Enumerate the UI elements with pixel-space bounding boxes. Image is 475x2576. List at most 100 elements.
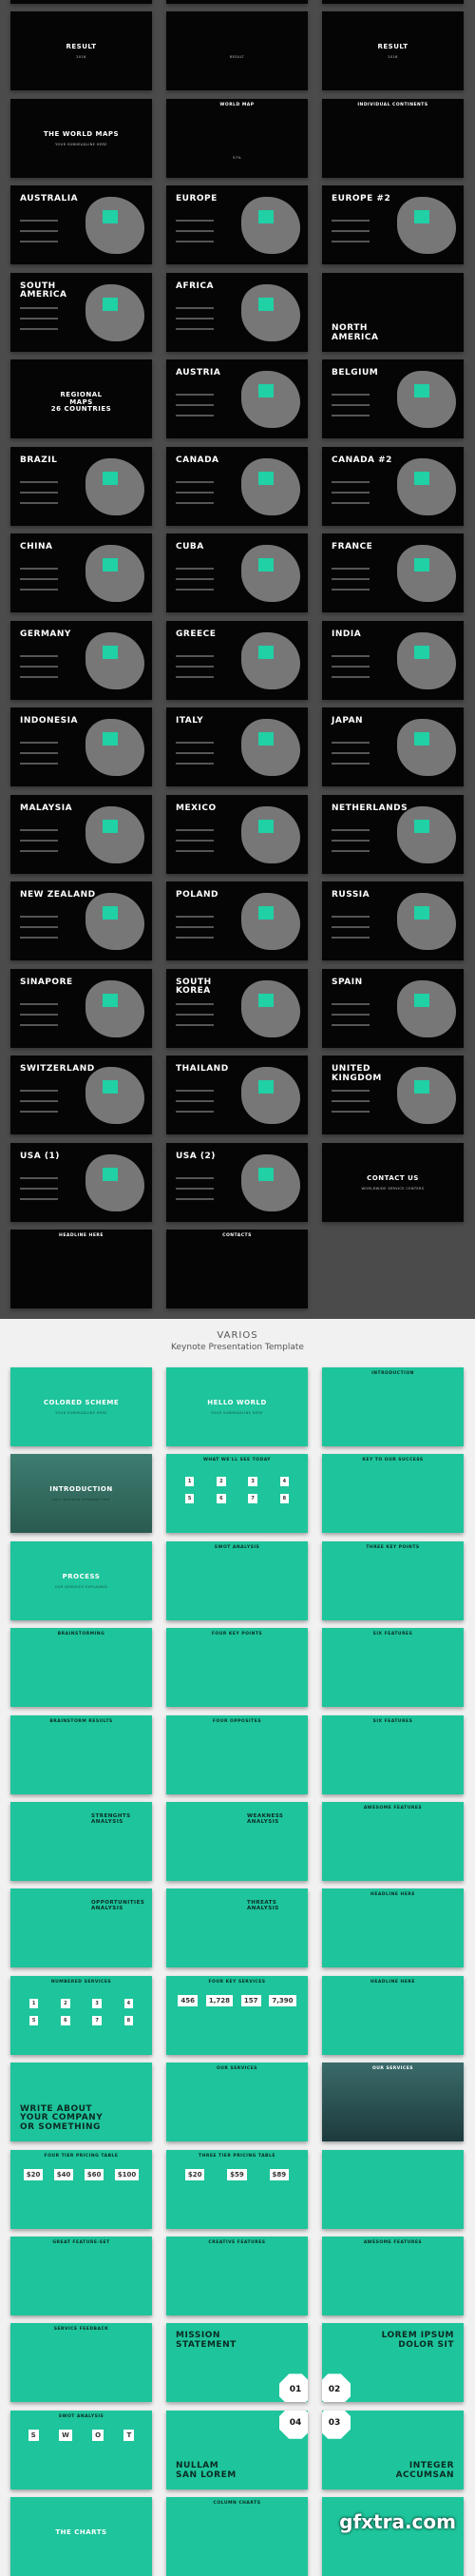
slide-thumbnail[interactable]: THREE KEY POINTS <box>322 1540 464 1620</box>
map-highlight <box>414 906 429 920</box>
slide-thumbnail[interactable]: FOUR KEY SERVICES 456 1,728 157 7,390 <box>166 1975 308 2055</box>
slide-thumbnail[interactable]: HELLO WORLD YOUR SUBHEADLINE HERE <box>166 1367 308 1446</box>
slide-thumbnail[interactable]: AUSTRALIA <box>10 185 152 264</box>
slide-thumbnail[interactable]: HEADLINE HERE <box>322 1975 464 2055</box>
slide-thumbnail[interactable]: SERVICE FEEDBACK <box>10 2323 152 2403</box>
slide-thumbnail[interactable] <box>322 2497 464 2576</box>
slide-thumbnail[interactable]: CONTACTS <box>166 1230 308 1308</box>
slide-thumbnail[interactable]: BELGIUM <box>322 359 464 438</box>
slide-thumbnail[interactable]: RESULT <box>166 11 308 90</box>
slide-thumbnail[interactable]: INDONESIA <box>10 707 152 786</box>
map-shape <box>86 893 144 950</box>
slide-thumbnail[interactable]: SWOT ANALYSIS <box>166 1540 308 1620</box>
slide-thumbnail[interactable]: OPPORTUNITIES ANALYSIS <box>10 1888 152 1968</box>
slide-thumbnail[interactable]: FOUR TIER PRICING TABLE $20 $40 $60 $100 <box>10 2149 152 2229</box>
slide-thumbnail[interactable]: SINAPORE <box>10 968 152 1048</box>
slide-thumbnail[interactable]: CHINA <box>10 533 152 612</box>
slide-thumbnail[interactable]: THREATS ANALYSIS <box>166 1888 308 1968</box>
slide-thumbnail[interactable]: INTEGER ACCUMSAN 03 <box>322 2410 464 2489</box>
slide-thumbnail[interactable]: POLAND <box>166 881 308 960</box>
slide-thumbnail[interactable]: GREECE <box>166 620 308 700</box>
slide-thumbnail[interactable]: RUSSIA <box>322 881 464 960</box>
slide-thumbnail[interactable]: FRANCE <box>322 533 464 612</box>
slide-thumbnail[interactable]: NORTH AMERICA <box>322 272 464 352</box>
slide-thumbnail[interactable]: USA (1) <box>10 1142 152 1222</box>
slide-thumbnail[interactable]: MEXICO <box>166 794 308 874</box>
slide-thumbnail[interactable]: CANADA <box>166 446 308 526</box>
map-shape <box>397 979 456 1037</box>
slide-thumbnail[interactable]: BRAZIL <box>10 446 152 526</box>
slide-thumbnail[interactable]: WRITE ABOUT YOUR COMPANY OR SOMETHING <box>10 2063 152 2142</box>
slide-thumbnail[interactable]: BRAINSTORMING <box>10 1628 152 1708</box>
slide-thumbnail[interactable]: EUROPE #2 <box>322 185 464 264</box>
slide-thumbnail[interactable]: GREAT FEATURE-SET <box>10 2237 152 2315</box>
slide-thumbnail[interactable]: AUSTRIA <box>166 359 308 438</box>
slide-thumbnail[interactable]: KEY TO OUR SUCCESS <box>322 1454 464 1534</box>
slide-thumbnail[interactable]: AWESOME FEATURES <box>322 2237 464 2315</box>
slide-thumbnail[interactable]: USA (2) <box>166 1142 308 1222</box>
slide-thumbnail[interactable]: THAILAND <box>166 1056 308 1134</box>
slide-thumbnail[interactable]: CONTACT US WORLDWIDE SERVICE CENTERS <box>322 1142 464 1222</box>
slide-thumbnail[interactable]: AFRICA <box>166 272 308 352</box>
slide-thumbnail[interactable]: REGIONAL MAPS 26 COUNTRIES <box>10 359 152 438</box>
slide-thumbnail[interactable]: JAPAN <box>322 707 464 786</box>
slide-thumbnail[interactable]: THE CHARTS <box>10 2497 152 2576</box>
slide-thumbnail[interactable]: RESULT <box>166 0 308 4</box>
slide-thumbnail[interactable]: GERMANY <box>10 620 152 700</box>
slide-thumbnail[interactable]: SWITZERLAND <box>10 1056 152 1134</box>
slide-thumbnail[interactable]: EUROPE <box>166 185 308 264</box>
slide-thumbnail[interactable]: THREE TIER PRICING TABLE $20 $59 $89 <box>166 2149 308 2229</box>
slide-thumbnail[interactable]: INDIVIDUAL CONTINENTS <box>322 98 464 178</box>
slide-thumbnail[interactable]: INTRODUCTION <box>322 1367 464 1446</box>
slide-thumbnail[interactable]: STRENGHTS ANALYSIS <box>10 1802 152 1881</box>
slide-thumbnail[interactable]: NUMBERED SERVICES 1 2 3 4 5 6 7 8 <box>10 1975 152 2055</box>
slide-thumbnail[interactable]: COLORED SCHEME YOUR SUBHEADLINE HERE <box>10 1367 152 1446</box>
slide-thumbnail[interactable]: RESULT 2016 <box>10 11 152 90</box>
slide-thumbnail[interactable]: RESULT <box>322 0 464 4</box>
slide-thumbnail[interactable] <box>322 2149 464 2229</box>
slide-thumbnail[interactable]: WEAKNESS ANALYSIS <box>166 1802 308 1881</box>
slide-thumbnail[interactable]: MISSION STATEMENT 01 <box>166 2323 308 2403</box>
slide-thumbnail[interactable]: NEW ZEALAND <box>10 881 152 960</box>
slide-thumbnail[interactable]: CREATIVE FEATURES <box>166 2237 308 2315</box>
slide-thumbnail[interactable]: THE WORLD MAPS YOUR SUBHEADLINE HERE <box>10 98 152 178</box>
slide-thumbnail[interactable]: COLUMN CHARTS <box>166 2497 308 2576</box>
step-number: 01 <box>279 2373 308 2403</box>
slide-thumbnail[interactable]: BRAINSTORM RESULTS <box>10 1714 152 1794</box>
slide-thumbnail[interactable]: RESULT 2016 <box>322 11 464 90</box>
slide-thumbnail[interactable]: HEADLINE HERE <box>10 1230 152 1308</box>
slide-thumbnail[interactable]: ITALY <box>166 707 308 786</box>
slide-title: LOREM IPSUM DOLOR SIT <box>381 2331 454 2351</box>
slide-thumbnail[interactable]: PROCESS OUR SERVICES EXPLAINED <box>10 1540 152 1620</box>
slide-thumbnail[interactable]: FOUR OPPOSITES <box>166 1714 308 1794</box>
slide-thumbnail[interactable]: SPAIN <box>322 968 464 1048</box>
slide-thumbnail[interactable]: SIX FEATURES <box>322 1628 464 1708</box>
slide-thumbnail[interactable]: NULLAM SAN LOREM 04 <box>166 2410 308 2489</box>
slide-thumbnail[interactable]: OUR SERVICES <box>166 2063 308 2142</box>
slide-thumbnail[interactable]: CUBA <box>166 533 308 612</box>
slide-thumbnail[interactable]: MALAYSIA <box>10 794 152 874</box>
slide-thumbnail[interactable]: AWESOME FEATURES <box>322 1802 464 1881</box>
slide-thumbnail[interactable]: SOUTH KOREA <box>166 968 308 1048</box>
slide-thumbnail[interactable]: SIX FEATURES <box>322 1714 464 1794</box>
step-number: 03 <box>322 2410 351 2439</box>
map-shape <box>86 805 144 863</box>
map-highlight <box>103 1080 118 1094</box>
slide-thumbnail[interactable]: INTRODUCTION your welcome message here <box>10 1454 152 1534</box>
slide-thumbnail[interactable]: LOREM IPSUM DOLOR SIT 02 <box>322 2323 464 2403</box>
slide-thumbnail[interactable]: OUR SERVICES <box>322 2063 464 2142</box>
slide-thumbnail[interactable]: WHAT WE'LL SEE TODAY 1 2 3 4 5 6 7 8 <box>166 1454 308 1534</box>
slide-thumbnail[interactable]: FOUR KEY POINTS <box>166 1628 308 1708</box>
slide-title: SWOT ANALYSIS <box>214 1544 260 1550</box>
slide-thumbnail[interactable]: SOUTH AMERICA <box>10 272 152 352</box>
slide-thumbnail[interactable]: WORLD MAP 57% <box>166 98 308 178</box>
slide-thumbnail[interactable]: UNITED KINGDOM <box>322 1056 464 1134</box>
slide-thumbnail[interactable]: RESULT <box>10 0 152 4</box>
slide-thumbnail[interactable]: HEADLINE HERE <box>322 1888 464 1968</box>
slide-title: PROCESS <box>62 1572 101 1580</box>
slide-thumbnail[interactable]: SWOT ANALYSIS S W O T <box>10 2410 152 2489</box>
slide-thumbnail[interactable]: INDIA <box>322 620 464 700</box>
slide-thumbnail[interactable]: CANADA #2 <box>322 446 464 526</box>
slide-thumbnail[interactable]: NETHERLANDS <box>322 794 464 874</box>
text-placeholder <box>20 220 67 251</box>
